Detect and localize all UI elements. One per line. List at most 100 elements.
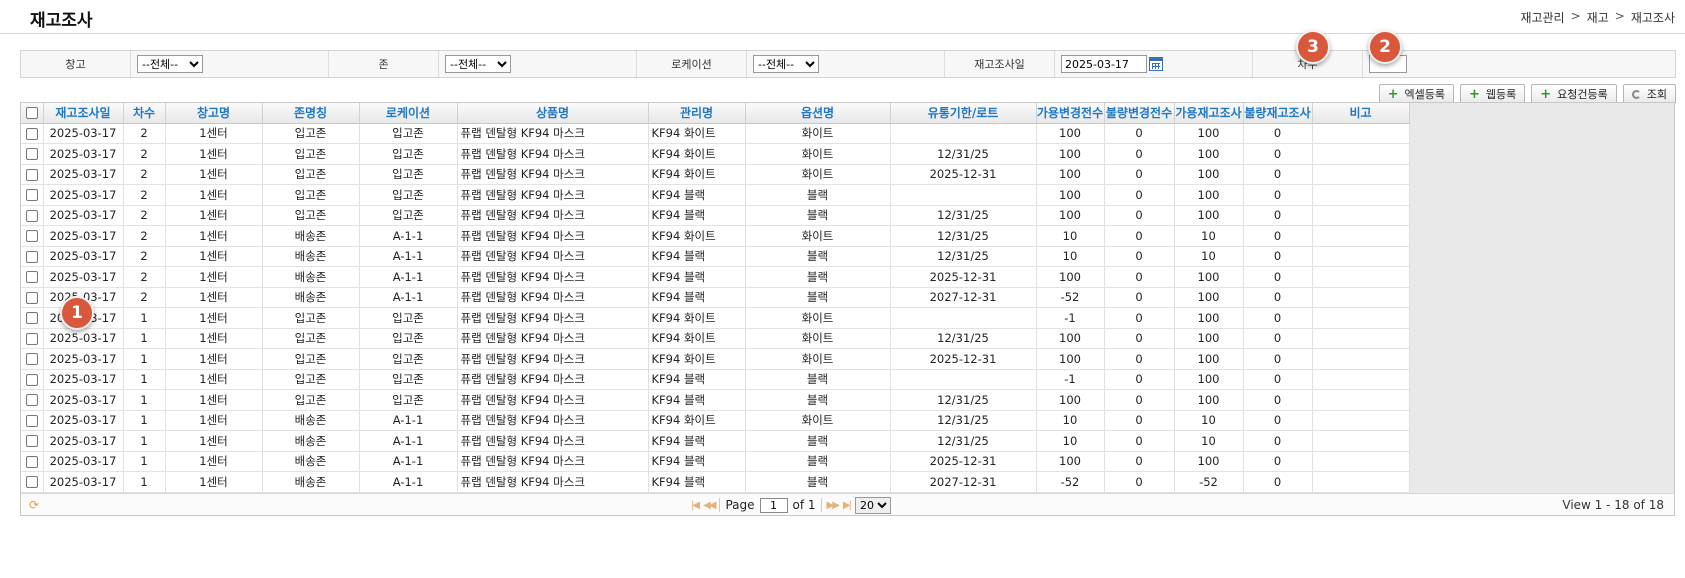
table-row[interactable]: 2025-03-1711센터입고존입고존퓨랩 덴탈형 KF94 마스크KF94 … bbox=[21, 307, 1410, 329]
row-checkbox[interactable] bbox=[25, 414, 38, 427]
column-header[interactable]: 재고조사일 bbox=[43, 103, 124, 124]
column-header[interactable]: 존명칭 bbox=[262, 103, 360, 124]
table-cell bbox=[1312, 451, 1410, 472]
table-cell: 1센터 bbox=[165, 246, 263, 267]
table-row[interactable]: 2025-03-17 1 1센터 배송존 A-1-1 퓨랩 덴탈형 KF94 마스크 KF9… bbox=[21, 451, 1410, 472]
column-header[interactable]: 관리명 bbox=[648, 103, 746, 124]
table-cell: 100 bbox=[1174, 389, 1244, 411]
date-input[interactable] bbox=[1061, 55, 1147, 73]
next-page-icon[interactable]: ▶▶ bbox=[827, 500, 840, 511]
table-row[interactable]: 2025-03-17 2 1센터 입고존 입고존 퓨랩 덴탈형 KF94 마스크 KF94 … bbox=[21, 143, 1410, 165]
row-checkbox[interactable] bbox=[25, 127, 38, 140]
breadcrumb-item[interactable]: 재고 bbox=[1587, 9, 1609, 26]
row-checkbox[interactable] bbox=[25, 353, 38, 366]
table-cell: 2 bbox=[123, 205, 166, 226]
row-checkbox[interactable] bbox=[25, 312, 38, 325]
table-row[interactable]: 2025-03-1711센터입고존입고존퓨랩 덴탈형 KF94 마스크KF94 … bbox=[21, 348, 1410, 370]
row-checkbox[interactable] bbox=[25, 271, 38, 284]
query-button[interactable]: 조회 bbox=[1622, 84, 1676, 104]
table-row[interactable]: 2025-03-17 2 1센터 입고존 입고존 퓨랩 덴탈형 KF94 마스크 KF94 … bbox=[21, 184, 1410, 206]
table-cell: 1센터 bbox=[165, 328, 263, 349]
table-cell: 12/31/25 bbox=[890, 143, 1037, 165]
column-header[interactable]: 유통기한/로트 bbox=[890, 103, 1037, 124]
table-cell: 2025-03-17 bbox=[43, 430, 124, 452]
row-checkbox[interactable] bbox=[25, 435, 38, 448]
table-cell: 1센터 bbox=[165, 471, 263, 493]
table-cell: 배송존 bbox=[262, 451, 360, 472]
select-all-checkbox[interactable] bbox=[25, 107, 38, 120]
table-row[interactable]: 2025-03-1711센터입고존입고존퓨랩 덴탈형 KF94 마스크KF94 … bbox=[21, 328, 1410, 349]
row-checkbox[interactable] bbox=[25, 394, 38, 407]
table-row[interactable]: 2025-03-1721센터배송존A-1-1퓨랩 덴탈형 KF94 마스크KF9… bbox=[21, 287, 1410, 308]
column-header[interactable]: 비고 bbox=[1312, 103, 1410, 124]
column-header[interactable]: 로케이션 bbox=[359, 103, 458, 124]
table-cell: 입고존 bbox=[359, 328, 458, 349]
prev-page-icon[interactable]: ◀◀ bbox=[703, 500, 716, 511]
row-checkbox[interactable] bbox=[25, 332, 38, 345]
table-row[interactable]: 2025-03-1711센터입고존입고존퓨랩 덴탈형 KF94 마스크KF94 … bbox=[21, 389, 1410, 411]
excel-register-label: 엑셀등록 bbox=[1404, 88, 1445, 101]
table-cell: 2 bbox=[123, 246, 166, 267]
table-row[interactable]: 2025-03-1721센터배송존A-1-1퓨랩 덴탈형 KF94 마스크KF9… bbox=[21, 225, 1410, 247]
table-cell: 블랙 bbox=[745, 184, 891, 206]
row-checkbox[interactable] bbox=[25, 455, 38, 468]
table-row[interactable]: 2025-03-17 1 1센터 배송존 A-1-1 퓨랩 덴탈형 KF94 마스크 KF9… bbox=[21, 430, 1410, 452]
table-cell: 100 bbox=[1036, 143, 1105, 165]
table-row[interactable]: 2025-03-1711센터입고존입고존퓨랩 덴탈형 KF94 마스크KF94 … bbox=[21, 369, 1410, 390]
table-cell: 0 bbox=[1104, 451, 1175, 472]
column-header[interactable]: 불량재고조사 bbox=[1243, 103, 1313, 124]
column-header[interactable]: 옵션명 bbox=[745, 103, 891, 124]
location-select[interactable]: --전체-- bbox=[753, 55, 819, 73]
table-row[interactable]: 2025-03-17 2 1센터 입고존 입고존 퓨랩 덴탈형 KF94 마스크 KF94 … bbox=[21, 164, 1410, 185]
page-input[interactable] bbox=[759, 497, 788, 513]
page-size-select[interactable]: 20 bbox=[854, 496, 891, 514]
table-row[interactable]: 2025-03-17 1 1센터 배송존 A-1-1 퓨랩 덴탈형 KF94 마스크 KF9… bbox=[21, 471, 1410, 493]
row-checkbox[interactable] bbox=[25, 230, 38, 243]
date-label: 재고조사일 bbox=[945, 51, 1055, 77]
table-cell: KF94 화이트 bbox=[648, 348, 746, 370]
breadcrumb-item[interactable]: 재고관리 bbox=[1520, 9, 1564, 26]
plus-icon: + bbox=[1540, 86, 1552, 102]
calendar-icon[interactable] bbox=[1149, 57, 1163, 71]
table-cell: A-1-1 bbox=[359, 430, 458, 452]
row-checkbox[interactable] bbox=[25, 148, 38, 161]
web-register-button[interactable]: + 웹등록 bbox=[1459, 84, 1526, 104]
table-row[interactable]: 2025-03-17 2 1센터 입고존 입고존 퓨랩 덴탈형 KF94 마스크 KF94 … bbox=[21, 205, 1410, 226]
first-page-icon[interactable]: |◀ bbox=[691, 500, 700, 511]
table-cell: KF94 화이트 bbox=[648, 164, 746, 185]
row-checkbox[interactable] bbox=[25, 189, 38, 202]
table-cell: 입고존 bbox=[262, 307, 360, 329]
row-checkbox[interactable] bbox=[25, 476, 38, 489]
table-row[interactable]: 2025-03-17 1 1센터 배송존 A-1-1 퓨랩 덴탈형 KF94 마스크 KF9… bbox=[21, 410, 1410, 431]
row-checkbox[interactable] bbox=[25, 373, 38, 386]
table-row[interactable]: 2025-03-1721센터배송존A-1-1퓨랩 덴탈형 KF94 마스크KF9… bbox=[21, 246, 1410, 267]
row-checkbox[interactable] bbox=[25, 168, 38, 181]
table-row[interactable]: 2025-03-17 2 1센터 입고존 입고존 퓨랩 덴탈형 KF94 마스크 KF94 … bbox=[21, 123, 1410, 144]
date-field bbox=[1055, 51, 1253, 77]
row-checkbox[interactable] bbox=[25, 250, 38, 263]
zone-select[interactable]: --전체-- bbox=[445, 55, 511, 73]
row-checkbox[interactable] bbox=[25, 291, 38, 304]
column-header[interactable]: 창고명 bbox=[165, 103, 263, 124]
last-page-icon[interactable]: ▶| bbox=[843, 500, 852, 511]
filler-cell bbox=[1409, 205, 1410, 226]
table-cell: 0 bbox=[1104, 143, 1175, 165]
column-header[interactable]: 가용변경전수 bbox=[1036, 103, 1105, 124]
table-cell: 퓨랩 덴탈형 KF94 마스크 bbox=[457, 369, 649, 390]
table-cell: 퓨랩 덴탈형 KF94 마스크 bbox=[457, 184, 649, 206]
excel-register-button[interactable]: + 엑셀등록 bbox=[1378, 84, 1454, 104]
table-row[interactable]: 2025-03-1721센터배송존A-1-1퓨랩 덴탈형 KF94 마스크KF9… bbox=[21, 266, 1410, 288]
reload-icon[interactable]: ⟳ bbox=[29, 498, 39, 512]
request-register-button[interactable]: + 요청건등록 bbox=[1531, 84, 1617, 104]
column-header[interactable]: 가용재고조사 bbox=[1174, 103, 1244, 124]
table-cell: 0 bbox=[1243, 225, 1313, 247]
table-cell: 0 bbox=[1243, 328, 1313, 349]
breadcrumb-item: 재고조사 bbox=[1630, 11, 1675, 25]
column-header[interactable]: 불량변경전수 bbox=[1104, 103, 1175, 124]
warehouse-select[interactable]: --전체-- bbox=[137, 55, 203, 73]
column-header[interactable]: 차수 bbox=[123, 103, 166, 124]
table-cell: 입고존 bbox=[359, 143, 458, 165]
table-cell: 퓨랩 덴탈형 KF94 마스크 bbox=[457, 205, 649, 226]
column-header[interactable]: 상품명 bbox=[457, 103, 649, 124]
row-checkbox[interactable] bbox=[25, 209, 38, 222]
